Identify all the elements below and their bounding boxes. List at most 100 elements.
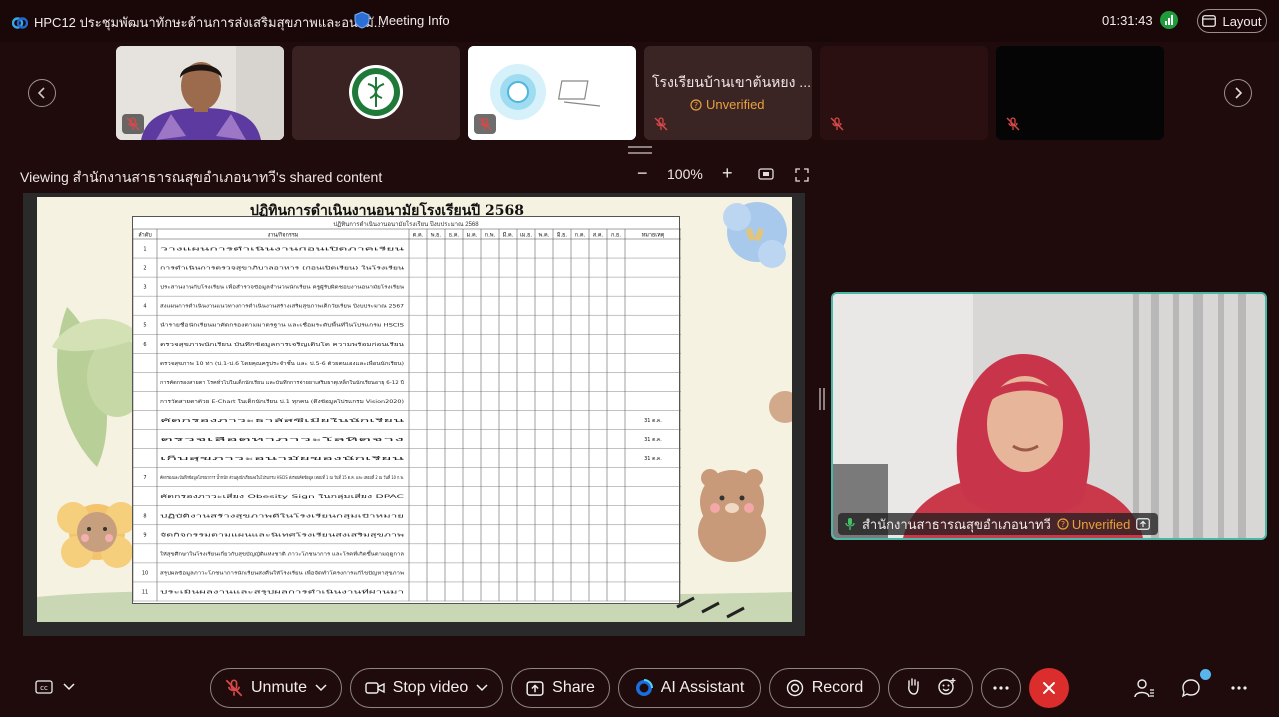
share-label: Share: [552, 679, 595, 696]
chevron-left-icon: [37, 87, 45, 99]
row-task: ส่งแผนการดำเนินงานแนวทางการดำเนินงานสร้า…: [160, 302, 404, 310]
close-icon: [1043, 682, 1055, 694]
share-button[interactable]: Share: [511, 668, 610, 708]
unverified-badge: ? Unverified: [690, 97, 765, 112]
ai-assistant-button[interactable]: AI Assistant: [618, 668, 761, 708]
row-task: การดำเนินการตรวจสุขาภิบาลอาหาร (ก่อนเปิด…: [160, 265, 406, 272]
schedule-table: ปฏิทินการดำเนินงานอนามัยโรงเรียน ปีงบประ…: [132, 216, 681, 604]
active-speaker-tile[interactable]: [831, 292, 1267, 540]
chevron-down-icon: [315, 684, 327, 692]
meeting-info-label: Meeting Info: [378, 12, 450, 28]
meeting-info-button[interactable]: Meeting Info: [354, 11, 450, 29]
table-row: เก็บสุขภาวะอนามัยของนักเรียน 31 ต.ค.: [160, 454, 662, 462]
row-task: ปฏิบัติงานสร้างสุขภาพดีในโรงเรียนกลุ่มเป…: [160, 512, 405, 519]
participant-tile[interactable]: [820, 46, 988, 140]
participant-name: โรงเรียนบ้านเขาต้นหยง ...: [652, 74, 811, 90]
row-task: การคัดกรองสายตา โรคทั่วไปในเด็กนักเรียน …: [160, 378, 404, 386]
top-bar: HPC12 ประชุมพัฒนาทักษะด้านการส่งเสริมสุข…: [0, 0, 1279, 42]
filmstrip-next-button[interactable]: [1224, 79, 1252, 107]
muted-indicator: [474, 114, 496, 134]
participants-icon: [1134, 679, 1154, 698]
row-number: 8: [143, 513, 146, 519]
more-menu-button[interactable]: [1231, 686, 1247, 690]
layout-label: Layout: [1222, 13, 1262, 29]
chat-notification-badge: [1200, 669, 1211, 680]
participant-tile[interactable]: [292, 46, 460, 140]
row-number: 11: [142, 589, 148, 595]
annotate-button[interactable]: [758, 168, 774, 185]
pane-splitter[interactable]: [819, 388, 825, 410]
row-note: 31 ต.ค.: [644, 437, 662, 443]
table-row: 10 สรุปผลข้อมูลภาวะโภชนาการนักเรียนส่งคืน…: [142, 569, 404, 576]
muted-indicator: [826, 114, 848, 134]
participant-tile[interactable]: [116, 46, 284, 140]
filmstrip-prev-button[interactable]: [28, 79, 56, 107]
table-header-cell: มี.ค.: [502, 232, 513, 239]
table-header-cell: งาน/กิจกรรม: [268, 232, 299, 239]
table-row: ตรวจสุขภาพ 10 ท่า (ป.1-ป.6 โดยคุณครูประจ…: [160, 360, 404, 367]
zoom-in-button[interactable]: +: [722, 163, 733, 184]
participant-tile[interactable]: [468, 46, 636, 140]
row-task: สรุปผลข้อมูลภาวะโภชนาการนักเรียนส่งคืนให…: [160, 569, 404, 576]
row-task: ตรวจเลือดหาภาวะโลหิตจาง: [160, 436, 404, 443]
table-row: 2 การดำเนินการตรวจสุขาภิบาลอาหาร (ก่อนเปิ…: [143, 265, 405, 272]
stop-video-label: Stop video: [392, 679, 469, 696]
share-screen-icon: [1136, 518, 1151, 530]
unverified-badge: ? Unverified: [1057, 517, 1130, 532]
filmstrip-resize-handle[interactable]: [628, 146, 652, 154]
question-circle-icon: ?: [690, 98, 702, 111]
active-speaker-name: สำนักงานสาธารณสุขอำเภอนาทวี: [862, 516, 1051, 532]
row-task: ตรวจสุขภาพนักเรียน บันทึกข้อมูลการเจริญเ…: [160, 341, 405, 348]
row-task: วางแผนการดำเนินงานก่อนเปิดภาคเรียน: [160, 246, 407, 253]
table-row: 6 ตรวจสุขภาพนักเรียน บันทึกข้อมูลการเจริญ…: [143, 341, 405, 348]
network-quality-icon[interactable]: [1160, 11, 1178, 29]
expand-icon: [795, 168, 809, 182]
svg-text:?: ?: [694, 101, 698, 110]
more-horizontal-icon: [1231, 686, 1247, 690]
meeting-title-text: HPC12 ประชุมพัฒนาทักษะด้านการส่งเสริมสุข…: [34, 15, 385, 30]
shared-slide: ปฏิทินการดำเนินงานอนามัยโรงเรียนปี 2568 …: [37, 197, 792, 622]
stop-video-button[interactable]: Stop video: [350, 668, 503, 708]
muted-indicator: [122, 114, 144, 134]
table-row: คัดกรองภาวะธาลัสซีเมียในนักเรียน 31 ต.ค.: [160, 417, 662, 424]
leave-meeting-button[interactable]: [1029, 668, 1069, 708]
table-header-cell: ส.ค.: [593, 232, 604, 239]
row-task: เก็บสุขภาวะอนามัยของนักเรียน: [160, 454, 407, 462]
reactions-button[interactable]: [937, 677, 957, 700]
table-row: การวัดสายตาด้วย E-Chart ในเด็กนักเรียน ป…: [160, 397, 404, 405]
table-row: ตรวจเลือดหาภาวะโลหิตจาง 31 ต.ค.: [160, 436, 662, 443]
participant-tile[interactable]: [996, 46, 1164, 140]
record-button[interactable]: Record: [769, 668, 880, 708]
zoom-out-button[interactable]: −: [637, 163, 648, 184]
captions-button[interactable]: cc: [35, 680, 75, 694]
unmute-button[interactable]: Unmute: [210, 668, 342, 708]
table-header-cell: ลำดับ: [138, 232, 152, 239]
layout-button[interactable]: Layout: [1197, 9, 1267, 33]
table-row: การคัดกรองสายตา โรคทั่วไปในเด็กนักเรียน …: [160, 378, 404, 386]
meeting-timer: 01:31:43: [1102, 13, 1153, 28]
raise-hand-button[interactable]: [905, 677, 921, 700]
chat-button[interactable]: [1181, 678, 1201, 698]
table-header-cell: ก.พ.: [485, 233, 496, 239]
table-row: 9 จัดกิจกรรมตามแผนและนิเทศโรงเรียนส่งเสริ…: [143, 531, 404, 538]
more-options-button[interactable]: [981, 668, 1021, 708]
row-task: ให้สุขศึกษาในโรงเรียนเกี่ยวกับสุขบัญญัติ…: [160, 550, 404, 557]
row-task: คัดกรองภาวะธาลัสซีเมียในนักเรียน: [160, 417, 407, 424]
raise-hand-icon: [907, 677, 919, 695]
record-label: Record: [811, 679, 864, 696]
table-header-cell: มิ.ย.: [556, 232, 567, 239]
zoom-level[interactable]: 100%: [667, 166, 703, 182]
participants-button[interactable]: [1133, 678, 1155, 698]
more-horizontal-icon: [993, 686, 1009, 690]
row-number: 7: [143, 475, 146, 481]
row-task: ประสานงานกับโรงเรียน เพื่อสำรวจข้อมูลจำน…: [160, 284, 405, 291]
viewing-shared-content-label: Viewing สำนักงานสาธารณสุขอำเภอนาทวี's sh…: [20, 169, 383, 185]
expand-button[interactable]: [795, 168, 809, 185]
participant-tile[interactable]: โรงเรียนบ้านเขาต้นหยง ... ? Unverified: [644, 46, 812, 140]
health-department-logo-icon: [349, 65, 403, 119]
table-row: 8 ปฏิบัติงานสร้างสุขภาพดีในโรงเรียนกลุ่มเ…: [143, 512, 404, 519]
row-task: คัดกรองและบันทึกข้อมูลโภชนาการ น้ำหนัก ส…: [160, 474, 404, 481]
chevron-right-icon: [1235, 87, 1243, 99]
row-number: 1: [143, 247, 146, 253]
microphone-muted-icon: [830, 117, 844, 131]
